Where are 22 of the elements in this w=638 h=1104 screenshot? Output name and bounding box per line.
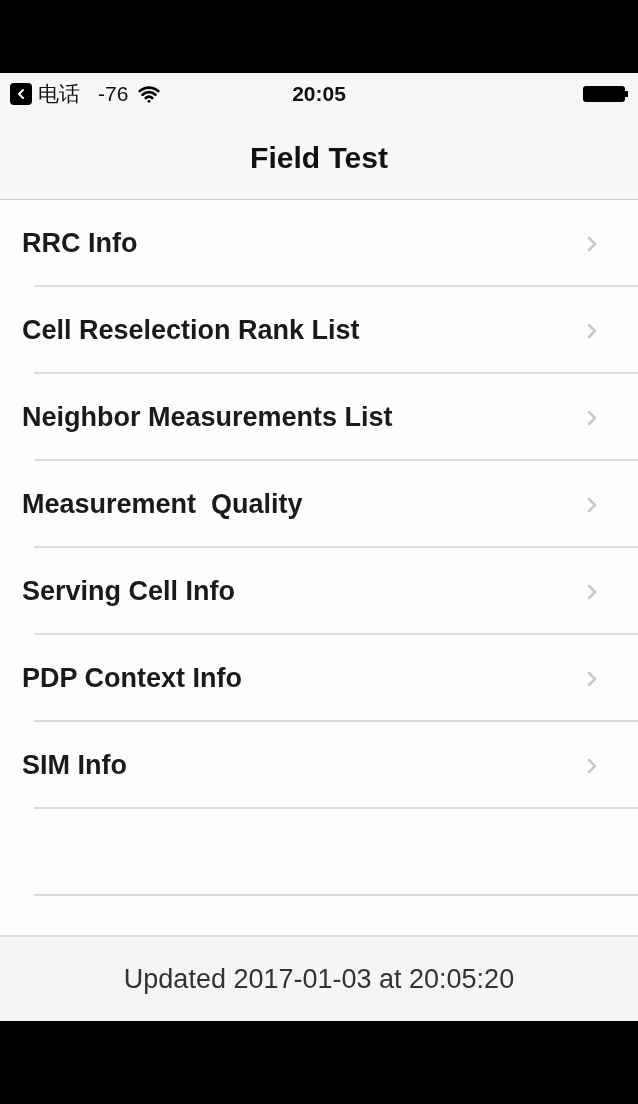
item-label: Measurement Quality xyxy=(22,488,303,522)
list-item[interactable]: Serving Cell Info xyxy=(0,548,638,635)
item-label: RRC Info xyxy=(22,227,138,261)
list-item[interactable]: Neighbor Measurements List xyxy=(0,374,638,461)
list-item[interactable]: RRC Info xyxy=(0,200,638,287)
list-item[interactable]: Measurement Quality xyxy=(0,461,638,548)
list-item[interactable]: Cell Reselection Rank List xyxy=(0,287,638,374)
nav-title: Field Test xyxy=(250,139,388,176)
battery-icon xyxy=(583,86,628,102)
item-label: Neighbor Measurements List xyxy=(22,401,393,435)
list-item[interactable]: PDP Context Info xyxy=(0,635,638,722)
updated-timestamp: Updated 2017-01-03 at 20:05:20 xyxy=(123,962,515,996)
status-time: 20:05 xyxy=(292,81,346,108)
item-label: SIM Info xyxy=(22,749,127,783)
wifi-icon xyxy=(138,83,161,105)
list-item[interactable]: SIM Info xyxy=(0,722,638,809)
item-label: PDP Context Info xyxy=(22,662,242,696)
item-label: Serving Cell Info xyxy=(22,575,236,609)
item-label: Cell Reselection Rank List xyxy=(22,314,360,348)
back-app-label[interactable]: 电话 xyxy=(38,78,80,110)
signal-strength: -76 xyxy=(98,81,129,108)
back-icon[interactable] xyxy=(10,83,32,105)
